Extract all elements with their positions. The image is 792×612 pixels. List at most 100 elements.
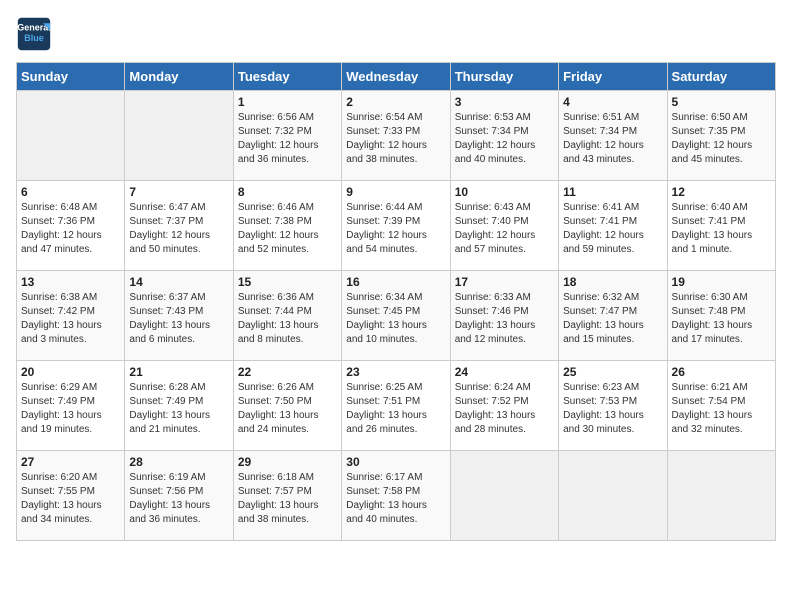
calendar-cell: 27 Sunrise: 6:20 AMSunset: 7:55 PMDayligh… [17,451,125,541]
col-header-friday: Friday [559,63,667,91]
calendar-week-4: 20 Sunrise: 6:29 AMSunset: 7:49 PMDayligh… [17,361,776,451]
day-number: 7 [129,185,228,199]
calendar-cell: 23 Sunrise: 6:25 AMSunset: 7:51 PMDayligh… [342,361,450,451]
day-number: 14 [129,275,228,289]
day-info: Sunrise: 6:29 AMSunset: 7:49 PMDaylight:… [21,381,120,437]
calendar-cell: 30 Sunrise: 6:17 AMSunset: 7:58 PMDayligh… [342,451,450,541]
day-info: Sunrise: 6:32 AMSunset: 7:47 PMDaylight:… [563,291,662,347]
day-number: 22 [238,365,337,379]
col-header-sunday: Sunday [17,63,125,91]
calendar-cell: 29 Sunrise: 6:18 AMSunset: 7:57 PMDayligh… [233,451,341,541]
col-header-monday: Monday [125,63,233,91]
day-number: 9 [346,185,445,199]
calendar-cell: 1Sunrise: 6:56 AMSunset: 7:32 PMDaylight… [233,91,341,181]
day-number: 18 [563,275,662,289]
calendar-cell: 16Sunrise: 6:34 AMSunset: 7:45 PMDayligh… [342,271,450,361]
calendar-cell: 6 Sunrise: 6:48 AMSunset: 7:36 PMDaylight… [17,181,125,271]
day-number: 8 [238,185,337,199]
svg-text:Blue: Blue [24,33,44,43]
day-number: 29 [238,455,337,469]
calendar-cell: 5 Sunrise: 6:50 AMSunset: 7:35 PMDaylight… [667,91,775,181]
calendar-cell: 2 Sunrise: 6:54 AMSunset: 7:33 PMDaylight… [342,91,450,181]
day-info: Sunrise: 6:18 AMSunset: 7:57 PMDaylight:… [238,471,337,527]
day-number: 6 [21,185,120,199]
day-number: 19 [672,275,771,289]
day-number: 4 [563,95,662,109]
day-info: Sunrise: 6:48 AMSunset: 7:36 PMDaylight:… [21,201,120,257]
day-number: 25 [563,365,662,379]
day-info: Sunrise: 6:21 AMSunset: 7:54 PMDaylight:… [672,381,771,437]
day-info: Sunrise: 6:51 AMSunset: 7:34 PMDaylight:… [563,111,662,167]
day-number: 21 [129,365,228,379]
day-number: 10 [455,185,554,199]
day-info: Sunrise: 6:17 AMSunset: 7:58 PMDaylight:… [346,471,445,527]
col-header-saturday: Saturday [667,63,775,91]
calendar-cell: 10 Sunrise: 6:43 AMSunset: 7:40 PMDayligh… [450,181,558,271]
calendar-cell [17,91,125,181]
day-info: Sunrise: 6:47 AMSunset: 7:37 PMDaylight:… [129,201,228,257]
calendar-cell: 13 Sunrise: 6:38 AMSunset: 7:42 PMDayligh… [17,271,125,361]
calendar-cell [450,451,558,541]
day-number: 2 [346,95,445,109]
calendar-cell: 12Sunrise: 6:40 AMSunset: 7:41 PMDayligh… [667,181,775,271]
logo-icon: General Blue [16,16,52,52]
col-header-tuesday: Tuesday [233,63,341,91]
calendar-cell: 25 Sunrise: 6:23 AMSunset: 7:53 PMDayligh… [559,361,667,451]
calendar-cell: 3 Sunrise: 6:53 AMSunset: 7:34 PMDaylight… [450,91,558,181]
calendar-week-1: 1Sunrise: 6:56 AMSunset: 7:32 PMDaylight… [17,91,776,181]
calendar-cell: 8 Sunrise: 6:46 AMSunset: 7:38 PMDaylight… [233,181,341,271]
day-info: Sunrise: 6:37 AMSunset: 7:43 PMDaylight:… [129,291,228,347]
day-number: 5 [672,95,771,109]
calendar-cell: 15 Sunrise: 6:36 AMSunset: 7:44 PMDayligh… [233,271,341,361]
day-number: 15 [238,275,337,289]
day-number: 30 [346,455,445,469]
calendar-cell [559,451,667,541]
day-info: Sunrise: 6:43 AMSunset: 7:40 PMDaylight:… [455,201,554,257]
day-number: 24 [455,365,554,379]
calendar-cell: 19 Sunrise: 6:30 AMSunset: 7:48 PMDayligh… [667,271,775,361]
day-info: Sunrise: 6:26 AMSunset: 7:50 PMDaylight:… [238,381,337,437]
day-number: 20 [21,365,120,379]
day-info: Sunrise: 6:28 AMSunset: 7:49 PMDaylight:… [129,381,228,437]
day-number: 23 [346,365,445,379]
day-info: Sunrise: 6:46 AMSunset: 7:38 PMDaylight:… [238,201,337,257]
calendar-cell: 22 Sunrise: 6:26 AMSunset: 7:50 PMDayligh… [233,361,341,451]
calendar-cell: 20 Sunrise: 6:29 AMSunset: 7:49 PMDayligh… [17,361,125,451]
day-info: Sunrise: 6:25 AMSunset: 7:51 PMDaylight:… [346,381,445,437]
day-info: Sunrise: 6:38 AMSunset: 7:42 PMDaylight:… [21,291,120,347]
day-info: Sunrise: 6:23 AMSunset: 7:53 PMDaylight:… [563,381,662,437]
calendar-cell: 14 Sunrise: 6:37 AMSunset: 7:43 PMDayligh… [125,271,233,361]
calendar-cell [125,91,233,181]
calendar-table: SundayMondayTuesdayWednesdayThursdayFrid… [16,62,776,541]
day-info: Sunrise: 6:30 AMSunset: 7:48 PMDaylight:… [672,291,771,347]
calendar-cell: 4 Sunrise: 6:51 AMSunset: 7:34 PMDaylight… [559,91,667,181]
day-info: Sunrise: 6:54 AMSunset: 7:33 PMDaylight:… [346,111,445,167]
calendar-cell [667,451,775,541]
day-number: 27 [21,455,120,469]
calendar-cell: 17 Sunrise: 6:33 AMSunset: 7:46 PMDayligh… [450,271,558,361]
day-info: Sunrise: 6:33 AMSunset: 7:46 PMDaylight:… [455,291,554,347]
calendar-week-2: 6 Sunrise: 6:48 AMSunset: 7:36 PMDaylight… [17,181,776,271]
calendar-cell: 24 Sunrise: 6:24 AMSunset: 7:52 PMDayligh… [450,361,558,451]
calendar-cell: 18 Sunrise: 6:32 AMSunset: 7:47 PMDayligh… [559,271,667,361]
day-info: Sunrise: 6:56 AMSunset: 7:32 PMDaylight:… [238,111,337,167]
calendar-cell: 11 Sunrise: 6:41 AMSunset: 7:41 PMDayligh… [559,181,667,271]
day-info: Sunrise: 6:53 AMSunset: 7:34 PMDaylight:… [455,111,554,167]
calendar-cell: 21 Sunrise: 6:28 AMSunset: 7:49 PMDayligh… [125,361,233,451]
day-number: 26 [672,365,771,379]
day-info: Sunrise: 6:20 AMSunset: 7:55 PMDaylight:… [21,471,120,527]
day-info: Sunrise: 6:36 AMSunset: 7:44 PMDaylight:… [238,291,337,347]
day-number: 28 [129,455,228,469]
col-header-wednesday: Wednesday [342,63,450,91]
calendar-cell: 28 Sunrise: 6:19 AMSunset: 7:56 PMDayligh… [125,451,233,541]
day-info: Sunrise: 6:41 AMSunset: 7:41 PMDaylight:… [563,201,662,257]
day-info: Sunrise: 6:19 AMSunset: 7:56 PMDaylight:… [129,471,228,527]
day-number: 11 [563,185,662,199]
day-info: Sunrise: 6:50 AMSunset: 7:35 PMDaylight:… [672,111,771,167]
day-number: 13 [21,275,120,289]
page-header: General Blue [16,16,776,52]
day-info: Sunrise: 6:24 AMSunset: 7:52 PMDaylight:… [455,381,554,437]
day-number: 17 [455,275,554,289]
day-number: 3 [455,95,554,109]
calendar-cell: 9Sunrise: 6:44 AMSunset: 7:39 PMDaylight… [342,181,450,271]
